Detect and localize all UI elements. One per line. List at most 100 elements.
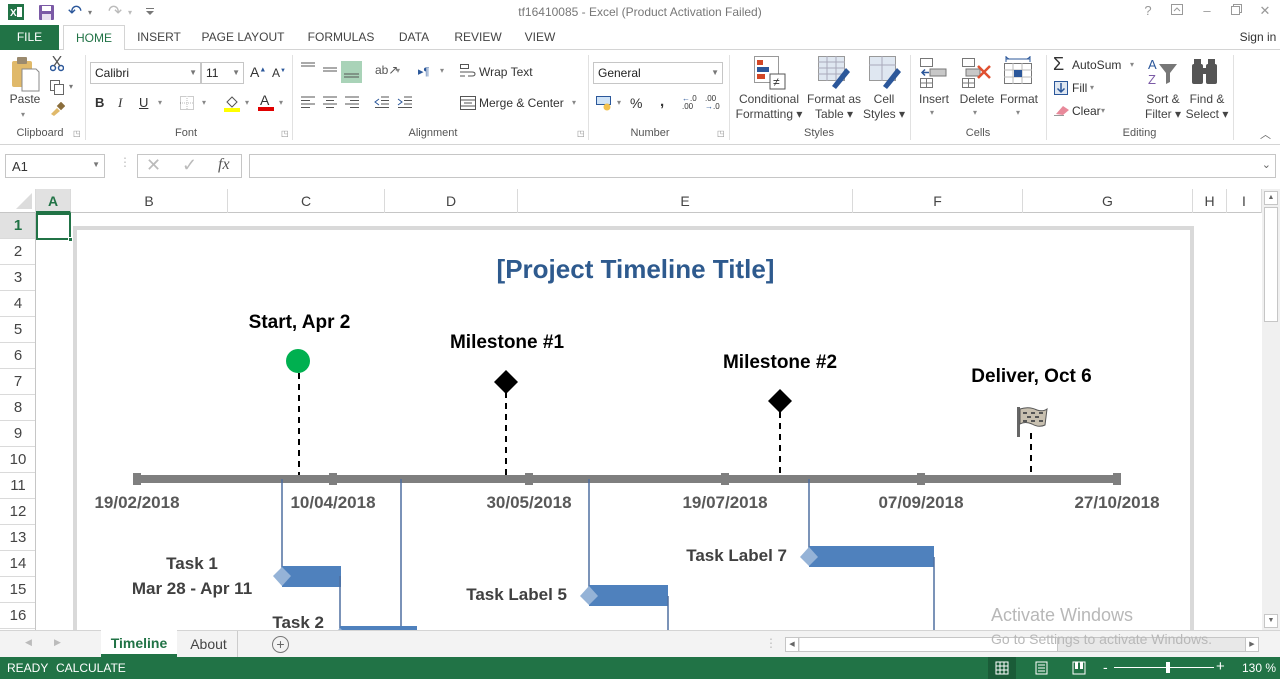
find-select-icon[interactable] [1190, 58, 1220, 89]
column-header-h[interactable]: H [1193, 189, 1227, 213]
timeline-chart[interactable]: [Project Timeline Title] Start, Apr 2 Mi… [73, 226, 1194, 630]
select-all-button[interactable] [0, 189, 36, 213]
merge-dropdown-icon[interactable]: ▾ [572, 98, 576, 107]
cell-styles-button[interactable]: Cell Styles ▾ [862, 92, 906, 122]
scroll-up-button[interactable]: ▲ [1264, 191, 1278, 205]
insert-cells-button[interactable]: Insert [914, 92, 954, 107]
increase-indent-icon[interactable] [397, 96, 413, 111]
row-header-3[interactable]: 3 [0, 265, 35, 291]
align-middle-icon[interactable] [322, 64, 338, 79]
zoom-slider-track[interactable] [1114, 667, 1214, 668]
start-circle-marker[interactable] [286, 349, 310, 373]
row-header-2[interactable]: 2 [0, 239, 35, 265]
paste-button[interactable]: Paste [6, 92, 44, 107]
format-painter-icon[interactable] [48, 100, 66, 118]
column-header-e[interactable]: E [518, 189, 853, 213]
column-header-d[interactable]: D [385, 189, 518, 213]
vertical-scrollbar[interactable]: ▲ ▼ [1262, 189, 1280, 630]
paste-icon[interactable] [8, 54, 42, 94]
selected-cell-a1[interactable] [36, 213, 71, 240]
row-header-10[interactable]: 10 [0, 447, 35, 473]
clear-icon[interactable] [1054, 104, 1070, 119]
row-header-9[interactable]: 9 [0, 421, 35, 447]
cancel-icon[interactable]: ✕ [146, 155, 161, 176]
paragraph-dropdown-icon[interactable]: ▾ [440, 66, 444, 75]
new-sheet-icon[interactable]: + [272, 636, 289, 653]
fill-button[interactable]: Fill [1072, 81, 1087, 95]
percent-button[interactable]: % [630, 95, 642, 111]
row-header-13[interactable]: 13 [0, 525, 35, 551]
borders-icon[interactable] [180, 96, 194, 113]
sort-filter-button[interactable]: Sort & Filter ▾ [1140, 92, 1186, 122]
format-as-table-button[interactable]: Format as Table ▾ [806, 92, 862, 122]
copy-dropdown-icon[interactable]: ▾ [69, 82, 73, 91]
column-header-f[interactable]: F [853, 189, 1023, 213]
cut-icon[interactable] [48, 55, 66, 73]
enter-icon[interactable]: ✓ [182, 155, 197, 176]
italic-button[interactable]: I [118, 95, 122, 111]
column-header-b[interactable]: B [71, 189, 228, 213]
orientation-dropdown-icon[interactable]: ▾ [396, 66, 400, 75]
copy-icon[interactable] [48, 78, 66, 96]
grow-font-icon[interactable]: A▲ [250, 64, 266, 80]
tab-data[interactable]: DATA [392, 25, 436, 50]
close-icon[interactable]: ✕ [1254, 3, 1276, 21]
find-select-button[interactable]: Find & Select ▾ [1184, 92, 1230, 122]
format-cells-icon[interactable] [1004, 56, 1034, 91]
insert-function-icon[interactable]: fx [218, 156, 230, 174]
decrease-decimal-button[interactable]: .00 →.0 [705, 95, 723, 111]
align-top-icon[interactable] [300, 62, 316, 77]
column-header-a[interactable]: A [36, 189, 71, 213]
milestone-1-diamond-marker[interactable] [494, 370, 518, 394]
autosum-dropdown-icon[interactable]: ▾ [1130, 60, 1134, 69]
shrink-font-icon[interactable]: A▼ [272, 66, 286, 80]
row-header-8[interactable]: 8 [0, 395, 35, 421]
sheet-tab-timeline[interactable]: Timeline [101, 630, 177, 657]
paste-dropdown-icon[interactable]: ▾ [21, 110, 25, 119]
vertical-scroll-thumb[interactable] [1264, 207, 1278, 322]
underline-dropdown-icon[interactable]: ▾ [158, 98, 162, 107]
sign-in-link[interactable]: Sign in [1236, 25, 1280, 50]
merge-center-icon[interactable] [460, 96, 476, 113]
tab-page-layout[interactable]: PAGE LAYOUT [197, 25, 289, 50]
name-box[interactable]: A1 ▼ [5, 154, 105, 178]
tab-review[interactable]: REVIEW [448, 25, 508, 50]
format-cells-button[interactable]: Format [998, 92, 1040, 107]
row-header-16[interactable]: 16 [0, 603, 35, 629]
expand-formula-bar-icon[interactable]: ⌄ [1262, 158, 1271, 171]
page-break-view-button[interactable] [1067, 657, 1091, 679]
tab-insert[interactable]: INSERT [131, 25, 187, 50]
tab-view[interactable]: VIEW [517, 25, 563, 50]
bold-button[interactable]: B [95, 95, 104, 110]
row-header-12[interactable]: 12 [0, 499, 35, 525]
status-calculate[interactable]: CALCULATE [56, 661, 126, 675]
accounting-dropdown-icon[interactable]: ▾ [617, 98, 621, 107]
align-center-icon[interactable] [322, 96, 338, 111]
number-format-combo[interactable]: General ▼ [593, 62, 723, 84]
conditional-formatting-icon[interactable]: ≠ [754, 56, 786, 93]
fill-color-dropdown-icon[interactable]: ▾ [245, 98, 249, 107]
merge-center-button[interactable]: Merge & Center [479, 96, 564, 110]
autosum-icon[interactable]: Σ [1053, 54, 1064, 75]
format-dropdown-icon[interactable]: ▾ [1016, 108, 1020, 117]
page-layout-view-button[interactable] [1030, 657, 1054, 679]
align-bottom-icon[interactable] [341, 61, 362, 83]
sort-filter-icon[interactable]: AZ [1146, 56, 1178, 91]
delete-cells-icon[interactable] [962, 58, 994, 91]
clear-dropdown-icon[interactable]: ▾ [1101, 106, 1105, 115]
align-right-icon[interactable] [344, 96, 360, 111]
row-header-11[interactable]: 11 [0, 473, 35, 499]
scroll-down-button[interactable]: ▼ [1264, 614, 1278, 628]
conditional-formatting-button[interactable]: Conditional Formatting ▾ [733, 92, 805, 122]
row-header-6[interactable]: 6 [0, 343, 35, 369]
wrap-text-icon[interactable] [460, 64, 476, 81]
font-size-combo[interactable]: 11 ▼ [201, 62, 244, 84]
increase-decimal-button[interactable]: ←.0.00 [682, 95, 700, 111]
zoom-out-button[interactable]: - [1103, 659, 1108, 675]
clear-button[interactable]: Clear [1072, 104, 1101, 118]
column-header-g[interactable]: G [1023, 189, 1193, 213]
decrease-indent-icon[interactable] [374, 96, 390, 111]
format-as-table-icon[interactable] [818, 56, 850, 93]
font-name-combo[interactable]: Calibri ▼ [90, 62, 201, 84]
delete-dropdown-icon[interactable]: ▾ [973, 108, 977, 117]
